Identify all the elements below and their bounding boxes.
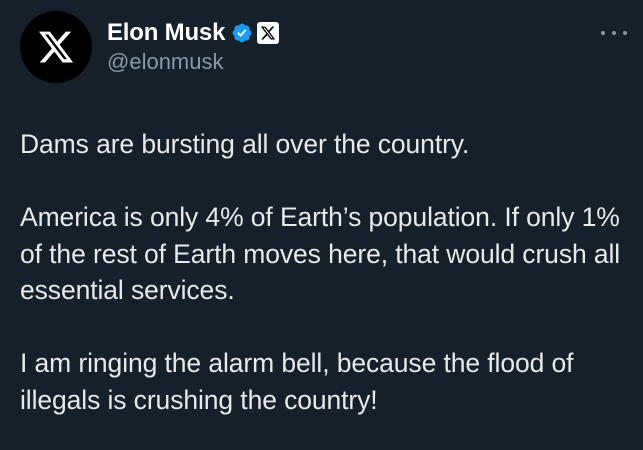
more-options-icon[interactable] xyxy=(601,28,627,38)
dot-icon xyxy=(623,31,627,35)
tweet-paragraph: America is only 4% of Earth’s population… xyxy=(20,202,621,305)
tweet-card: Elon Musk @elonmusk Dams are bursting al… xyxy=(0,0,643,450)
affiliation-badge[interactable] xyxy=(257,22,280,44)
author-display-name[interactable]: Elon Musk xyxy=(107,18,225,48)
tweet-paragraph: Dams are bursting all over the country. xyxy=(20,129,470,159)
verified-badge-icon[interactable] xyxy=(231,22,253,44)
tweet-text: Dams are bursting all over the country. … xyxy=(20,126,628,418)
avatar[interactable] xyxy=(20,11,92,83)
author-name-row: Elon Musk xyxy=(107,18,280,48)
x-logo-icon xyxy=(38,31,74,63)
x-logo-icon xyxy=(261,26,276,40)
author-handle[interactable]: @elonmusk xyxy=(107,48,224,76)
dot-icon xyxy=(601,31,605,35)
tweet-paragraph: I am ringing the alarm bell, because the… xyxy=(20,348,574,415)
dot-icon xyxy=(612,31,616,35)
